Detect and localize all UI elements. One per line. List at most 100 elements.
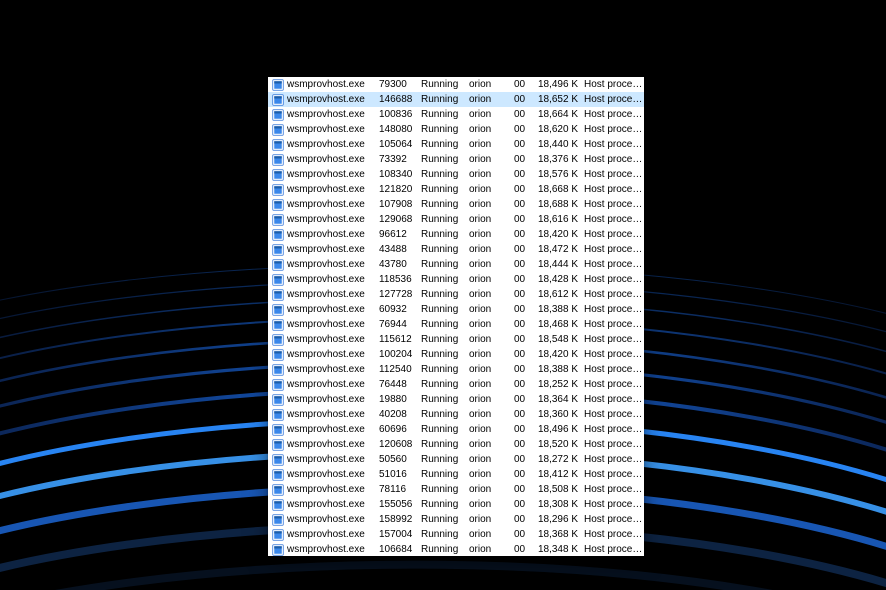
user-cell: orion — [469, 122, 514, 137]
process-row[interactable]: wsmprovhost.exe100836Runningorion0018,66… — [268, 107, 644, 122]
user-cell: orion — [469, 482, 514, 497]
process-name-cell: wsmprovhost.exe — [287, 287, 379, 302]
process-row[interactable]: wsmprovhost.exe118536Runningorion0018,42… — [268, 272, 644, 287]
process-row[interactable]: wsmprovhost.exe19880Runningorion0018,364… — [268, 392, 644, 407]
user-cell: orion — [469, 272, 514, 287]
user-cell: orion — [469, 137, 514, 152]
app-icon — [272, 364, 284, 376]
description-cell: Host process for WinRM... — [584, 317, 644, 332]
process-row[interactable]: wsmprovhost.exe78116Runningorion0018,508… — [268, 482, 644, 497]
process-row[interactable]: wsmprovhost.exe120608Runningorion0018,52… — [268, 437, 644, 452]
user-cell: orion — [469, 287, 514, 302]
process-name-cell: wsmprovhost.exe — [287, 482, 379, 497]
pid-cell: 106684 — [379, 542, 421, 556]
pid-cell: 43488 — [379, 242, 421, 257]
process-row[interactable]: wsmprovhost.exe108340Runningorion0018,57… — [268, 167, 644, 182]
process-row[interactable]: wsmprovhost.exe121820Runningorion0018,66… — [268, 182, 644, 197]
process-row[interactable]: wsmprovhost.exe73392Runningorion0018,376… — [268, 152, 644, 167]
session-cell: 00 — [514, 122, 536, 137]
process-row[interactable]: wsmprovhost.exe43488Runningorion0018,472… — [268, 242, 644, 257]
pid-cell: 76448 — [379, 377, 421, 392]
user-cell: orion — [469, 77, 514, 92]
description-cell: Host process for WinRM... — [584, 77, 644, 92]
memory-cell: 18,364 K — [536, 392, 584, 407]
process-name-cell: wsmprovhost.exe — [287, 422, 379, 437]
process-row[interactable]: wsmprovhost.exe105064Runningorion0018,44… — [268, 137, 644, 152]
process-row[interactable]: wsmprovhost.exe106684Runningorion0018,34… — [268, 542, 644, 556]
description-cell: Host process for WinRM... — [584, 527, 644, 542]
memory-cell: 18,360 K — [536, 407, 584, 422]
process-row[interactable]: wsmprovhost.exe100204Runningorion0018,42… — [268, 347, 644, 362]
process-row[interactable]: wsmprovhost.exe60696Runningorion0018,496… — [268, 422, 644, 437]
app-icon — [272, 484, 284, 496]
app-icon — [272, 454, 284, 466]
user-cell: orion — [469, 377, 514, 392]
app-icon — [272, 544, 284, 556]
app-icon — [272, 124, 284, 136]
user-cell: orion — [469, 527, 514, 542]
process-name-cell: wsmprovhost.exe — [287, 257, 379, 272]
memory-cell: 18,348 K — [536, 542, 584, 556]
process-row[interactable]: wsmprovhost.exe115612Runningorion0018,54… — [268, 332, 644, 347]
process-name-cell: wsmprovhost.exe — [287, 137, 379, 152]
memory-cell: 18,420 K — [536, 227, 584, 242]
pid-cell: 60696 — [379, 422, 421, 437]
process-name-cell: wsmprovhost.exe — [287, 467, 379, 482]
process-name-cell: wsmprovhost.exe — [287, 392, 379, 407]
app-icon — [272, 394, 284, 406]
process-row[interactable]: wsmprovhost.exe76944Runningorion0018,468… — [268, 317, 644, 332]
process-row[interactable]: wsmprovhost.exe127728Runningorion0018,61… — [268, 287, 644, 302]
process-row[interactable]: wsmprovhost.exe51016Runningorion0018,412… — [268, 467, 644, 482]
user-cell: orion — [469, 167, 514, 182]
session-cell: 00 — [514, 77, 536, 92]
description-cell: Host process for WinRM... — [584, 167, 644, 182]
process-name-cell: wsmprovhost.exe — [287, 452, 379, 467]
status-cell: Running — [421, 437, 469, 452]
user-cell: orion — [469, 182, 514, 197]
memory-cell: 18,440 K — [536, 137, 584, 152]
process-row[interactable]: wsmprovhost.exe158992Runningorion0018,29… — [268, 512, 644, 527]
process-row[interactable]: wsmprovhost.exe50560Runningorion0018,272… — [268, 452, 644, 467]
memory-cell: 18,496 K — [536, 422, 584, 437]
status-cell: Running — [421, 227, 469, 242]
task-manager-process-list[interactable]: wsmprovhost.exe79300Runningorion0018,496… — [268, 77, 644, 556]
process-row[interactable]: wsmprovhost.exe43780Runningorion0018,444… — [268, 257, 644, 272]
memory-cell: 18,520 K — [536, 437, 584, 452]
description-cell: Host process for WinRM... — [584, 242, 644, 257]
process-row[interactable]: wsmprovhost.exe76448Runningorion0018,252… — [268, 377, 644, 392]
pid-cell: 115612 — [379, 332, 421, 347]
user-cell: orion — [469, 152, 514, 167]
process-row[interactable]: wsmprovhost.exe157004Runningorion0018,36… — [268, 527, 644, 542]
description-cell: Host process for WinRM... — [584, 362, 644, 377]
process-row[interactable]: wsmprovhost.exe79300Runningorion0018,496… — [268, 77, 644, 92]
session-cell: 00 — [514, 512, 536, 527]
session-cell: 00 — [514, 362, 536, 377]
pid-cell: 108340 — [379, 167, 421, 182]
app-icon — [272, 424, 284, 436]
process-row[interactable]: wsmprovhost.exe112540Runningorion0018,38… — [268, 362, 644, 377]
process-row[interactable]: wsmprovhost.exe60932Runningorion0018,388… — [268, 302, 644, 317]
app-icon — [272, 184, 284, 196]
memory-cell: 18,664 K — [536, 107, 584, 122]
process-row[interactable]: wsmprovhost.exe146688Runningorion0018,65… — [268, 92, 644, 107]
memory-cell: 18,668 K — [536, 182, 584, 197]
memory-cell: 18,412 K — [536, 467, 584, 482]
pid-cell: 60932 — [379, 302, 421, 317]
description-cell: Host process for WinRM... — [584, 152, 644, 167]
status-cell: Running — [421, 377, 469, 392]
process-name-cell: wsmprovhost.exe — [287, 347, 379, 362]
process-row[interactable]: wsmprovhost.exe96612Runningorion0018,420… — [268, 227, 644, 242]
description-cell: Host process for WinRM... — [584, 452, 644, 467]
process-row[interactable]: wsmprovhost.exe40208Runningorion0018,360… — [268, 407, 644, 422]
process-name-cell: wsmprovhost.exe — [287, 542, 379, 556]
pid-cell: 129068 — [379, 212, 421, 227]
process-row[interactable]: wsmprovhost.exe129068Runningorion0018,61… — [268, 212, 644, 227]
memory-cell: 18,308 K — [536, 497, 584, 512]
process-name-cell: wsmprovhost.exe — [287, 527, 379, 542]
process-row[interactable]: wsmprovhost.exe155056Runningorion0018,30… — [268, 497, 644, 512]
process-name-cell: wsmprovhost.exe — [287, 92, 379, 107]
memory-cell: 18,620 K — [536, 122, 584, 137]
session-cell: 00 — [514, 302, 536, 317]
process-row[interactable]: wsmprovhost.exe148080Runningorion0018,62… — [268, 122, 644, 137]
process-row[interactable]: wsmprovhost.exe107908Runningorion0018,68… — [268, 197, 644, 212]
